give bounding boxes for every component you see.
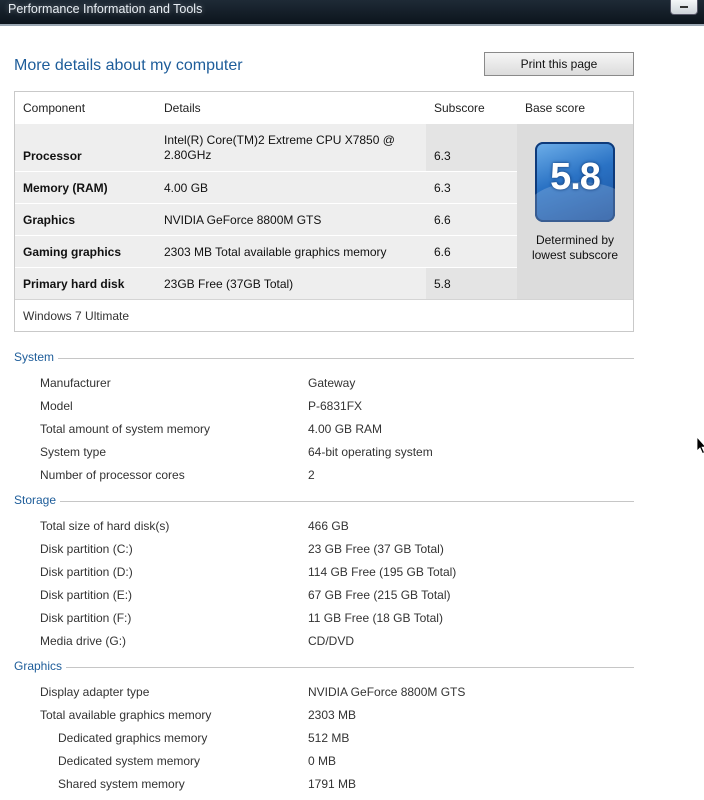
row-details-graphics: NVIDIA GeForce 8800M GTS [164, 213, 322, 227]
graphics-label-total-memory: Total available graphics memory [40, 708, 212, 722]
system-label-model: Model [40, 399, 73, 413]
row-details-hard-disk: 23GB Free (37GB Total) [164, 277, 294, 291]
header-details: Details [164, 101, 201, 115]
row-component-graphics: Graphics [23, 213, 76, 227]
score-table: Component Details Subscore Base score Pr… [14, 91, 634, 332]
storage-label-c: Disk partition (C:) [40, 542, 133, 556]
storage-label-d: Disk partition (D:) [40, 565, 133, 579]
graphics-label-dedicated-system: Dedicated system memory [58, 754, 201, 768]
page-heading: More details about my computer [14, 57, 243, 74]
system-label-type: System type [40, 445, 107, 459]
header-component: Component [23, 101, 86, 115]
row-details-gaming-graphics: 2303 MB Total available graphics memory [164, 245, 387, 259]
system-label-memory: Total amount of system memory [40, 422, 211, 436]
storage-value-c: 23 GB Free (37 GB Total) [308, 542, 444, 556]
row-subscore-processor: 6.3 [434, 149, 451, 163]
section-title-system: System [14, 350, 55, 364]
row-divider [15, 235, 517, 236]
subscore-cell-bg [426, 124, 517, 171]
storage-value-d: 114 GB Free (195 GB Total) [308, 565, 457, 579]
minimize-icon [680, 6, 688, 8]
section-title-graphics: Graphics [14, 659, 63, 673]
window-title: Performance Information and Tools [8, 2, 203, 16]
system-value-model: P-6831FX [308, 399, 363, 413]
row-divider [15, 171, 517, 172]
row-component-gaming-graphics: Gaming graphics [23, 245, 122, 259]
os-edition: Windows 7 Ultimate [23, 309, 130, 323]
graphics-value-total-memory: 2303 MB [308, 708, 357, 722]
system-value-type: 64-bit operating system [308, 445, 433, 459]
row-component-hard-disk: Primary hard disk [23, 277, 125, 291]
section-title-storage: Storage [14, 493, 57, 507]
window-titlebar: Performance Information and Tools [0, 0, 704, 24]
base-score-badge: 5.8 [535, 142, 615, 222]
system-value-memory: 4.00 GB RAM [308, 422, 383, 436]
base-score-value: 5.8 [550, 156, 601, 198]
graphics-label-dedicated-graphics: Dedicated graphics memory [58, 731, 208, 745]
row-divider [15, 203, 517, 204]
storage-value-g: CD/DVD [308, 634, 355, 648]
row-component-memory: Memory (RAM) [23, 181, 108, 195]
mouse-cursor-icon [697, 437, 704, 455]
header-base-score: Base score [525, 101, 586, 115]
header-subscore: Subscore [434, 101, 485, 115]
graphics-label-shared-system: Shared system memory [58, 777, 185, 791]
titlebar-divider [0, 24, 704, 26]
storage-label-total: Total size of hard disk(s) [40, 519, 170, 533]
print-page-button[interactable]: Print this page [484, 52, 634, 76]
storage-label-f: Disk partition (F:) [40, 611, 132, 625]
storage-label-e: Disk partition (E:) [40, 588, 133, 602]
storage-value-total: 466 GB [308, 519, 349, 533]
storage-value-f: 11 GB Free (18 GB Total) [308, 611, 443, 625]
table-divider [15, 299, 633, 300]
section-divider [60, 501, 634, 502]
row-component-processor: Processor [23, 149, 82, 163]
minimize-button[interactable] [670, 0, 698, 15]
row-details-processor: Intel(R) Core(TM)2 Extreme CPU X7850 @ 2… [164, 133, 395, 162]
graphics-value-dedicated-system: 0 MB [308, 754, 337, 768]
storage-value-e: 67 GB Free (215 GB Total) [308, 588, 451, 602]
section-divider [66, 667, 634, 668]
system-value-cores: 2 [308, 468, 315, 482]
section-divider [58, 358, 634, 359]
system-label-cores: Number of processor cores [40, 468, 185, 482]
system-value-manufacturer: Gateway [308, 376, 356, 390]
graphics-value-shared-system: 1791 MB [308, 777, 357, 791]
row-subscore-memory: 6.3 [434, 181, 451, 195]
row-subscore-gaming-graphics: 6.6 [434, 245, 451, 259]
graphics-label-adapter: Display adapter type [40, 685, 150, 699]
row-divider [15, 267, 517, 268]
system-label-manufacturer: Manufacturer [40, 376, 111, 390]
row-details-memory: 4.00 GB [164, 181, 209, 195]
storage-label-g: Media drive (G:) [40, 634, 127, 648]
graphics-value-dedicated-graphics: 512 MB [308, 731, 350, 745]
graphics-value-adapter: NVIDIA GeForce 8800M GTS [308, 685, 466, 699]
base-score-note: Determined by lowest subscore [531, 233, 619, 262]
row-subscore-hard-disk: 5.8 [434, 277, 451, 291]
row-subscore-graphics: 6.6 [434, 213, 451, 227]
